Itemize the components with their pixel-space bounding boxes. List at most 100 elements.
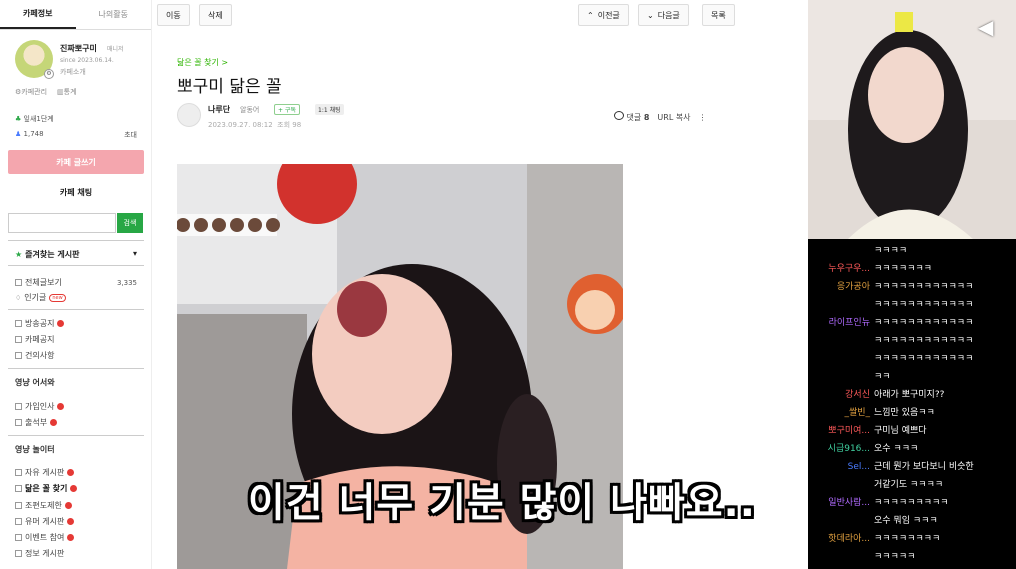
new-dot-badge: [64, 502, 72, 509]
one-on-one-chat-chip[interactable]: 1:1 채팅: [315, 104, 344, 115]
chat-message: 강서신 아래가 뽀구미지??: [808, 387, 1016, 400]
prev-post-button[interactable]: ⌃ 이전글: [578, 4, 629, 26]
chat-username[interactable]: 라이프인뉴: [808, 315, 874, 328]
chat-text: ㅋㅋㅋㅋㅋㅋㅋㅋㅋ: [874, 498, 949, 508]
chat-message: ㅋㅋㅋㅋㅋㅋㅋㅋㅋㅋㅋㅋ: [808, 333, 1016, 346]
board-label: 방송공지: [25, 319, 55, 328]
board-label: 건의사항: [25, 351, 55, 360]
board-label: 조편도제한: [25, 501, 62, 510]
chat-text: ㅋㅋㅋㅋ: [874, 246, 908, 256]
chat-text: 느낌만 있음ㅋㅋ: [874, 408, 935, 418]
chat-username[interactable]: _쌀빈_: [808, 405, 874, 418]
breadcrumb[interactable]: 닮은 꼴 찾기 >: [177, 57, 228, 68]
write-post-button[interactable]: 카페 글쓰기: [8, 150, 144, 174]
board-cafe-notice[interactable]: 카페공지: [15, 334, 137, 345]
admin-links: ⚙카페관리 ▥통계: [15, 87, 77, 97]
comments-count: 8: [643, 113, 650, 122]
board-label: 전체글보기: [25, 278, 62, 287]
chat-text: 거같기도 ㅋㅋㅋㅋ: [874, 480, 944, 490]
invite-link[interactable]: 초대: [124, 130, 137, 140]
leaf-icon: ♣: [15, 115, 22, 123]
chat-username[interactable]: 강서신: [808, 387, 874, 400]
section-playground: 영냥 놀이터: [15, 445, 55, 454]
volume-icon[interactable]: ◀: [978, 16, 1000, 38]
board-all-posts[interactable]: 전체글보기 3,335: [15, 277, 137, 288]
tab-my-activity[interactable]: 나의활동: [76, 0, 152, 29]
more-options-icon[interactable]: ⋮: [699, 113, 707, 122]
profile-name[interactable]: 진짜뽀구미: [60, 43, 97, 54]
author-name[interactable]: 나루단: [208, 104, 230, 115]
streamer-webcam: ◀: [808, 0, 1016, 239]
move-button[interactable]: 이동: [157, 4, 190, 26]
post-date: 2023.09.27. 08:12 조회 98: [208, 120, 301, 130]
cafe-manage-link[interactable]: ⚙카페관리: [15, 87, 47, 97]
chat-username[interactable]: 핫데라아...: [808, 531, 874, 544]
post-title: 뽀구미 닮은 꼴: [177, 77, 282, 97]
board-icon: [15, 502, 22, 509]
favorite-boards-header[interactable]: ★ 즐겨찾는 게시판 ▾: [15, 249, 137, 260]
board-free[interactable]: 자유 게시판: [15, 467, 137, 478]
divider: [8, 435, 144, 436]
board-label: 정보 게시판: [25, 549, 65, 558]
chat-message: 뽀구미여... 구미님 예쁘다: [808, 423, 1016, 436]
board-popular[interactable]: ♢ 인기글 new: [15, 292, 137, 303]
new-dot-badge: [67, 518, 75, 525]
chat-username[interactable]: 시급916...: [808, 441, 874, 454]
post-views: 조회 98: [277, 121, 302, 129]
chat-message: ㅋㅋㅋㅋ: [808, 243, 1016, 256]
delete-button[interactable]: 삭제: [199, 4, 232, 26]
profile-intro-link[interactable]: 카페소개: [60, 67, 86, 77]
cafe-search-input[interactable]: [8, 213, 116, 233]
chat-username[interactable]: 응가공아: [808, 279, 874, 292]
stats-link[interactable]: ▥통계: [57, 87, 77, 97]
board-humor[interactable]: 유머 게시판: [15, 516, 137, 527]
chat-username[interactable]: 뽀구미여...: [808, 423, 874, 436]
chevron-down-icon[interactable]: ▾: [133, 249, 137, 260]
cafe-level-row: ♣ 잎새1단계: [15, 114, 137, 124]
cafe-sidebar: 카페정보 나의활동 ⚙ 진짜뽀구미 매니저 since 2023.06.14. …: [0, 0, 152, 569]
board-icon: [15, 419, 22, 426]
chevron-up-icon: ⌃: [587, 10, 594, 20]
board-attendance[interactable]: 출석부: [15, 417, 137, 428]
next-post-button[interactable]: ⌄ 다음글: [638, 4, 689, 26]
new-dot-badge: [70, 485, 78, 492]
board-label: 이벤트 참여: [25, 533, 65, 542]
search-button[interactable]: 검색: [117, 213, 143, 233]
board-restriction[interactable]: 조편도제한: [15, 500, 137, 511]
board-label: 가입인사: [25, 402, 55, 411]
cafe-chat-link[interactable]: 카페 채팅: [0, 187, 152, 198]
tab-cafe-info[interactable]: 카페정보: [0, 0, 76, 29]
board-label: 닮은 꼴 찾기: [25, 484, 68, 493]
member-count[interactable]: 1,748: [24, 130, 44, 138]
board-lookalike[interactable]: 닮은 꼴 찾기: [15, 483, 137, 494]
board-label: 카페공지: [25, 335, 55, 344]
new-badge: new: [49, 293, 66, 302]
board-suggestions[interactable]: 건의사항: [15, 350, 137, 361]
chat-message: 시급916... 오수 ㅋㅋㅋ: [808, 441, 1016, 454]
chat-username[interactable]: 누우구우...: [808, 261, 874, 274]
board-join-greeting[interactable]: 가입인사: [15, 401, 137, 412]
chat-text: ㅋㅋㅋㅋㅋㅋㅋㅋㅋㅋㅋㅋ: [874, 336, 974, 346]
board-broadcast-notice[interactable]: 방송공지: [15, 318, 137, 329]
members-icon: ♟: [15, 130, 22, 138]
list-button[interactable]: 목록: [702, 4, 735, 26]
section-welcome: 영냥 어서와: [15, 378, 55, 387]
chart-icon: ▥: [57, 88, 64, 96]
author-avatar[interactable]: [177, 103, 201, 127]
new-dot-badge: [50, 419, 58, 426]
comments-link[interactable]: 댓글 8: [614, 111, 649, 123]
gear-icon[interactable]: ⚙: [44, 69, 54, 79]
divider: [8, 368, 144, 369]
follow-chip[interactable]: + 구독: [274, 104, 300, 115]
chat-message: 응가공아 ㅋㅋㅋㅋㅋㅋㅋㅋㅋㅋㅋㅋ: [808, 279, 1016, 292]
chat-text: 오수 ㅋㅋㅋ: [874, 444, 919, 454]
author-grade: 알동어: [240, 106, 260, 114]
board-info[interactable]: 정보 게시판: [15, 548, 137, 559]
chat-text: ㅋㅋㅋㅋㅋㅋㅋㅋ: [874, 534, 941, 544]
board-event[interactable]: 이벤트 참여: [15, 532, 137, 543]
chat-message: 라이프인뉴 ㅋㅋㅋㅋㅋㅋㅋㅋㅋㅋㅋㅋ: [808, 315, 1016, 328]
chat-message: ㅋㅋㅋㅋㅋㅋㅋㅋㅋㅋㅋㅋ: [808, 351, 1016, 364]
url-copy-button[interactable]: URL 복사: [657, 112, 690, 123]
post-count: 3,335: [116, 278, 137, 287]
chat-text: ㅋㅋㅋㅋㅋㅋㅋㅋㅋㅋㅋㅋ: [874, 300, 974, 310]
